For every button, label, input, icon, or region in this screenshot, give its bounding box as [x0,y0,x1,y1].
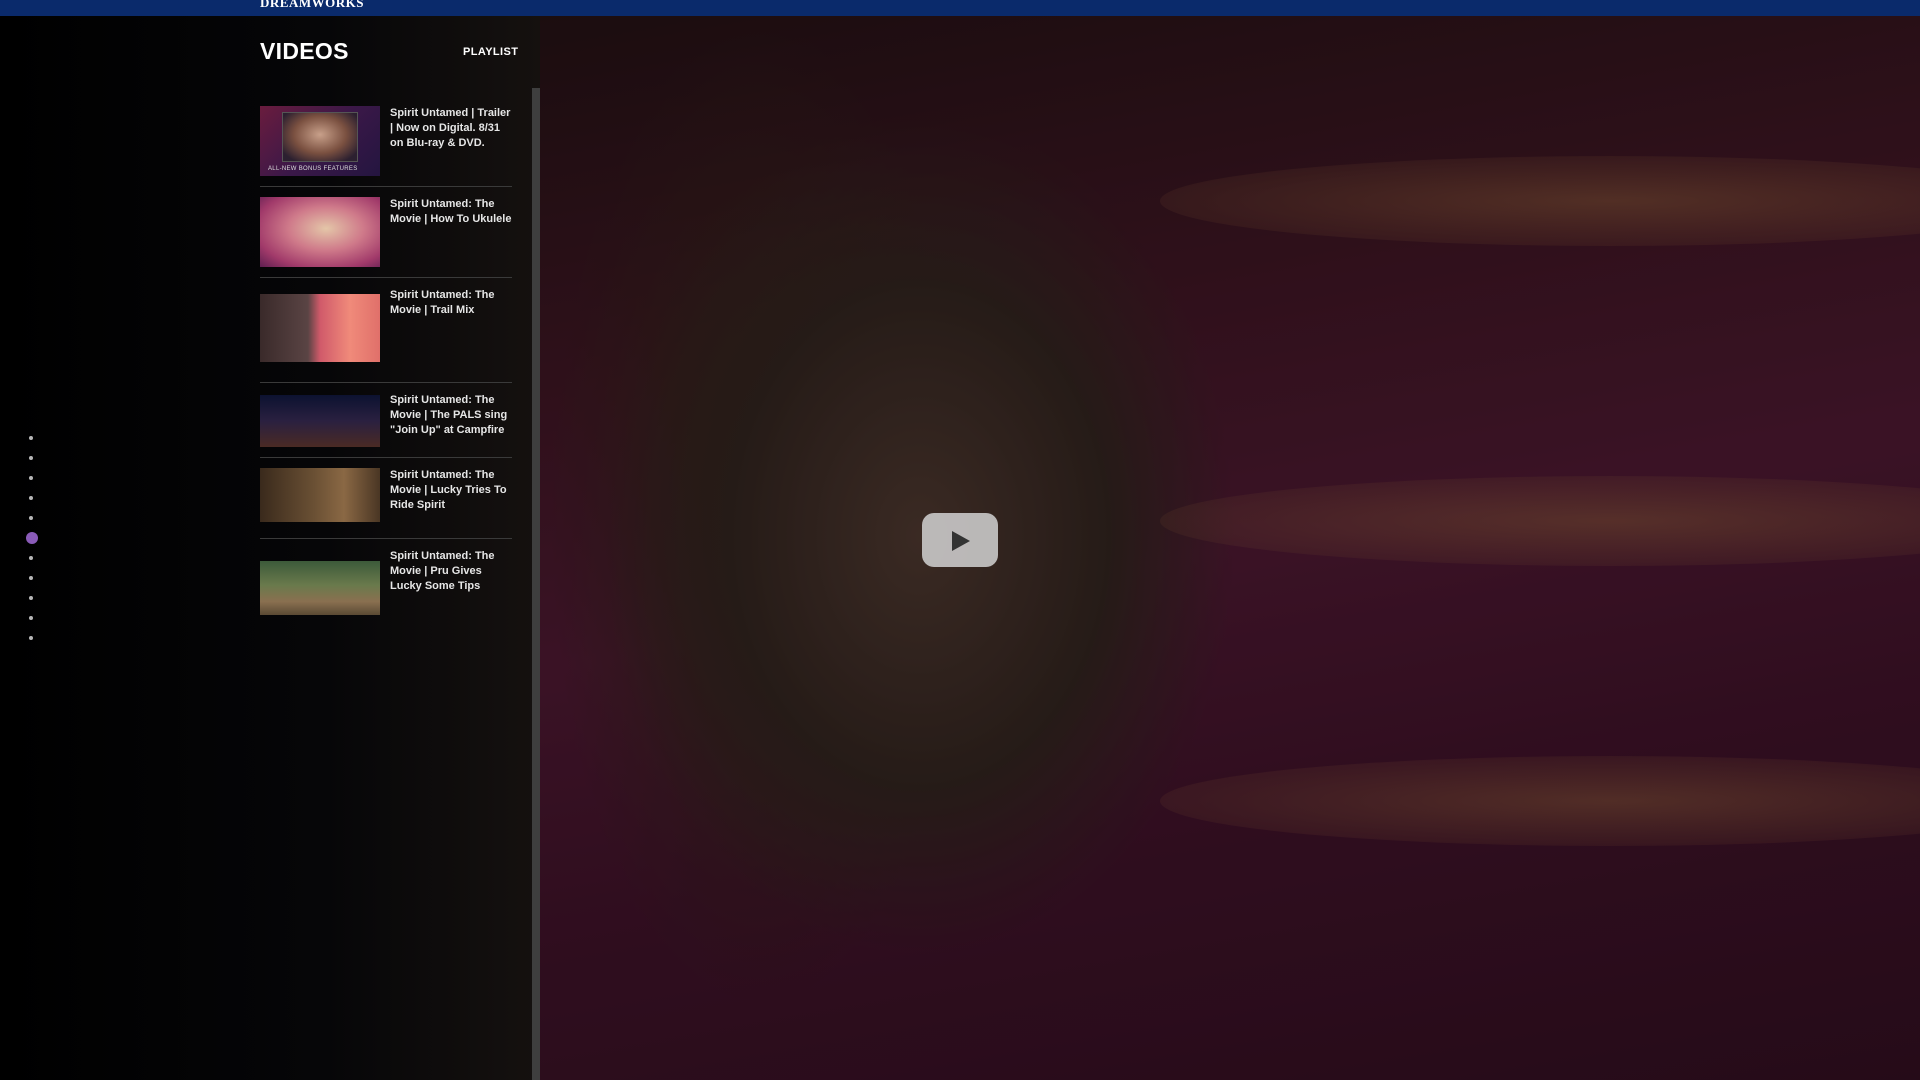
video-list-item[interactable]: Spirit Untamed: The Movie | Pru Gives Lu… [260,549,512,625]
video-list-item[interactable]: ALL-NEW BONUS FEATURES Spirit Untamed | … [260,106,512,187]
video-title[interactable]: Spirit Untamed: The Movie | Lucky Tries … [380,468,512,513]
videos-heading: VIDEOS [260,38,349,64]
page-dot[interactable] [29,456,33,460]
video-list-item[interactable]: Spirit Untamed: The Movie | The PALS sin… [260,393,512,458]
video-thumbnail[interactable]: ALL-NEW BONUS FEATURES [260,106,380,176]
video-thumbnail[interactable] [260,561,380,615]
video-list-item[interactable]: Spirit Untamed: The Movie | Trail Mix [260,288,512,383]
video-thumbnail[interactable] [260,197,380,267]
page-dot[interactable] [29,576,33,580]
playlist-scrollbar[interactable] [532,88,540,1080]
video-thumbnail[interactable] [260,468,380,522]
video-list: ALL-NEW BONUS FEATURES Spirit Untamed | … [260,106,512,635]
video-player-background[interactable] [540,16,1920,1080]
top-bar: DREAMWORKS [0,0,1920,16]
video-title[interactable]: Spirit Untamed: The Movie | Pru Gives Lu… [380,549,512,594]
thumbnail-caption: ALL-NEW BONUS FEATURES [268,166,358,172]
dreamworks-logo[interactable]: DREAMWORKS [260,0,364,11]
page-dot[interactable] [29,436,33,440]
video-thumbnail[interactable] [260,294,380,362]
video-title[interactable]: Spirit Untamed | Trailer | Now on Digita… [380,106,512,151]
page-dot[interactable] [29,636,33,640]
page-dot[interactable] [29,596,33,600]
page-section-dots [26,436,38,656]
page-dot[interactable] [29,616,33,620]
play-button[interactable] [922,513,998,567]
page-dot[interactable] [29,496,33,500]
page-dot[interactable] [29,476,33,480]
playlist-link[interactable]: PLAYLIST [463,46,518,58]
video-title[interactable]: Spirit Untamed: The Movie | The PALS sin… [380,393,512,438]
video-overlay [540,16,1920,1080]
thumbnail-image [282,112,358,162]
video-title[interactable]: Spirit Untamed: The Movie | How To Ukule… [380,197,512,227]
play-icon [952,531,970,551]
video-title[interactable]: Spirit Untamed: The Movie | Trail Mix [380,288,512,318]
video-list-item[interactable]: Spirit Untamed: The Movie | Lucky Tries … [260,468,512,539]
page-dot[interactable] [29,516,33,520]
page-dot-active[interactable] [26,532,38,544]
page-dot[interactable] [29,556,33,560]
video-thumbnail[interactable] [260,395,380,447]
video-list-item[interactable]: Spirit Untamed: The Movie | How To Ukule… [260,197,512,278]
